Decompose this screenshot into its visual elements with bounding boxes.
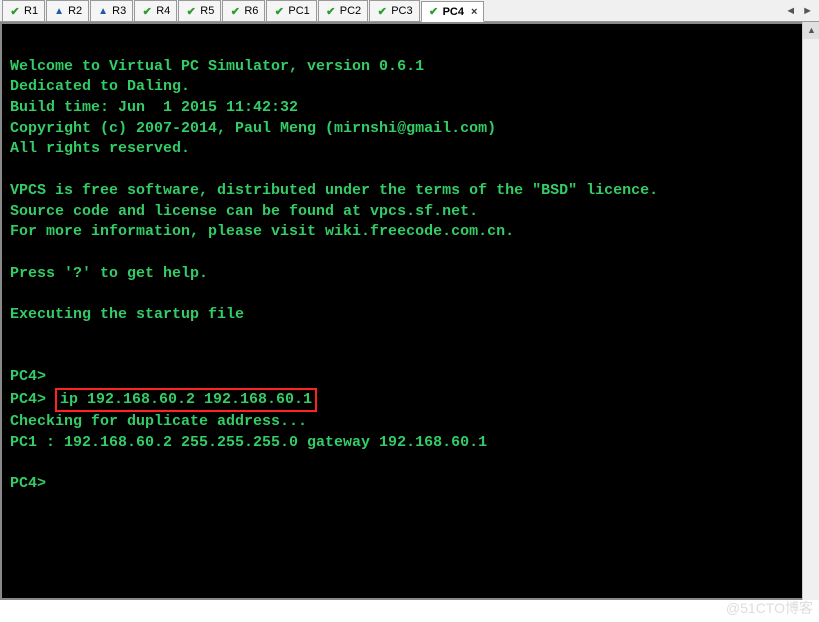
check-icon: [273, 5, 285, 17]
tab-label: R6: [244, 5, 258, 17]
terminal-line: For more information, please visit wiki.…: [10, 222, 809, 243]
terminal-line: [10, 160, 809, 181]
warning-icon: [97, 5, 109, 17]
highlighted-command: ip 192.168.60.2 192.168.60.1: [55, 388, 317, 413]
tab-r4[interactable]: R4: [134, 0, 177, 21]
terminal-line: [10, 454, 809, 475]
terminal-line: Dedicated to Daling.: [10, 77, 809, 98]
warning-icon: [53, 5, 65, 17]
terminal-line: All rights reserved.: [10, 139, 809, 160]
check-icon: [141, 5, 153, 17]
tab-label: PC1: [288, 5, 309, 17]
terminal-line: PC4>: [10, 367, 809, 388]
prompt: PC4>: [10, 391, 55, 408]
terminal-line: [10, 243, 809, 264]
terminal-output[interactable]: Welcome to Virtual PC Simulator, version…: [0, 22, 819, 600]
prev-tab-icon[interactable]: ◄: [785, 5, 796, 17]
tab-label: R2: [68, 5, 82, 17]
watermark: @51CTO博客: [726, 598, 813, 618]
terminal-line: Welcome to Virtual PC Simulator, version…: [10, 57, 809, 78]
tab-r5[interactable]: R5: [178, 0, 221, 21]
terminal-line: Press '?' to get help.: [10, 264, 809, 285]
check-icon: [185, 5, 197, 17]
check-icon: [428, 6, 440, 18]
terminal-line: [10, 326, 809, 347]
tab-r6[interactable]: R6: [222, 0, 265, 21]
check-icon: [9, 5, 21, 17]
tab-label: PC3: [391, 5, 412, 17]
terminal-line: VPCS is free software, distributed under…: [10, 181, 809, 202]
tab-r2[interactable]: R2: [46, 0, 89, 21]
tab-r3[interactable]: R3: [90, 0, 133, 21]
tab-label: PC2: [340, 5, 361, 17]
tab-nav: ◄►: [785, 0, 819, 21]
tab-label: R5: [200, 5, 214, 17]
terminal-command-line: PC4> ip 192.168.60.2 192.168.60.1: [10, 388, 809, 413]
terminal-line: Copyright (c) 2007-2014, Paul Meng (mirn…: [10, 119, 809, 140]
scrollbar[interactable]: ▲: [802, 22, 819, 600]
tab-label: R3: [112, 5, 126, 17]
terminal-line: Executing the startup file: [10, 305, 809, 326]
terminal-line: [10, 36, 809, 57]
check-icon: [376, 5, 388, 17]
terminal-line: Source code and license can be found at …: [10, 202, 809, 223]
tab-bar: R1R2R3R4R5R6PC1PC2PC3PC4×◄►: [0, 0, 819, 22]
next-tab-icon[interactable]: ►: [802, 5, 813, 17]
terminal-line: Build time: Jun 1 2015 11:42:32: [10, 98, 809, 119]
terminal-line: PC1 : 192.168.60.2 255.255.255.0 gateway…: [10, 433, 809, 454]
terminal-line: PC4>: [10, 474, 809, 495]
tab-r1[interactable]: R1: [2, 0, 45, 21]
tab-label: R1: [24, 5, 38, 17]
tab-label: R4: [156, 5, 170, 17]
tab-pc1[interactable]: PC1: [266, 0, 316, 21]
close-icon[interactable]: ×: [471, 6, 477, 18]
check-icon: [229, 5, 241, 17]
tab-pc2[interactable]: PC2: [318, 0, 368, 21]
tab-pc4[interactable]: PC4 ×: [421, 1, 485, 22]
scroll-up-icon[interactable]: ▲: [803, 22, 819, 39]
terminal-line: [10, 284, 809, 305]
tab-pc3[interactable]: PC3: [369, 0, 419, 21]
tab-label: PC4: [443, 6, 464, 18]
terminal-line: [10, 346, 809, 367]
terminal-line: Checking for duplicate address...: [10, 412, 809, 433]
check-icon: [325, 5, 337, 17]
